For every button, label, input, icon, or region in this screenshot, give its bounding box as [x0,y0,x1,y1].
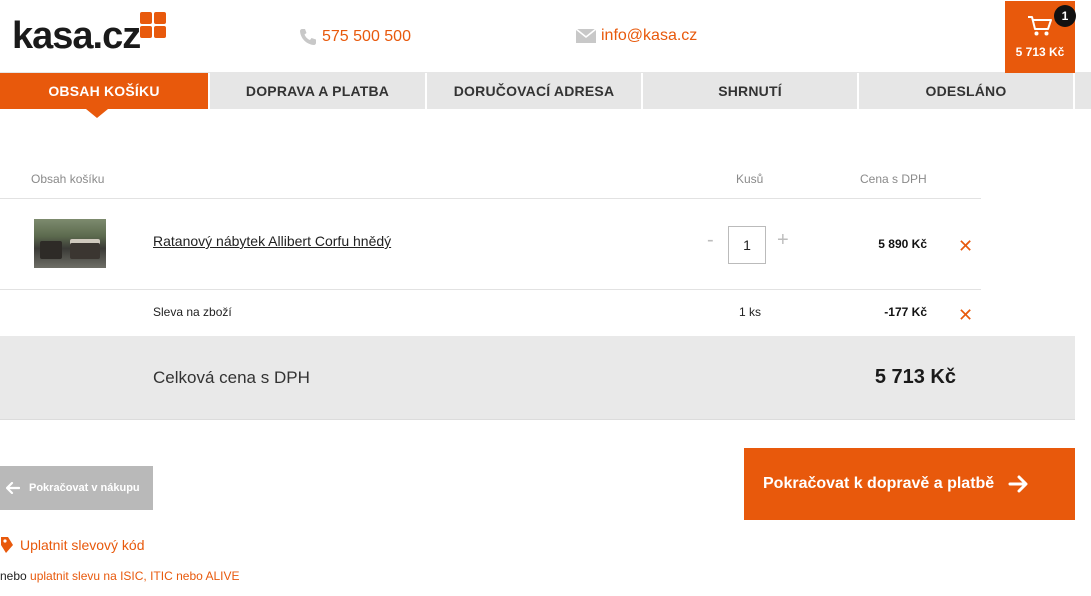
arrow-left-icon [6,482,20,494]
column-header-content: Obsah košíku [31,172,105,186]
total-label: Celková cena s DPH [153,368,310,387]
discount-qty: 1 ks [739,305,762,319]
step-summary[interactable]: SHRNUTÍ [643,73,859,109]
product-thumbnail[interactable] [34,219,106,268]
logo-text: kasa.cz [12,15,141,57]
email-address: info@kasa.cz [601,27,698,44]
remove-discount-icon[interactable]: ✕ [958,306,973,324]
arrow-right-icon [1008,475,1028,493]
proceed-label: Pokračovat k dopravě a platbě [763,475,995,492]
proceed-to-shipping-button[interactable]: Pokračovat k dopravě a platbě [744,448,1075,520]
qty-decrease-button[interactable]: - [707,229,714,252]
envelope-icon [575,28,597,44]
isic-discount-link[interactable]: uplatnit slevu na ISIC, ITIC nebo ALIVE [30,569,239,583]
divider [0,198,981,199]
apply-coupon-label: Uplatnit slevový kód [20,537,145,553]
item-price: 5 890 Kč [878,237,927,251]
tag-icon [0,536,14,554]
total-row: Celková cena s DPH 5 713 Kč [0,336,1075,420]
isic-discount-note: nebo uplatnit slevu na ISIC, ITIC nebo A… [0,569,239,583]
step-cart-contents[interactable]: OBSAH KOŠÍKU [0,73,210,118]
email-contact[interactable]: info@kasa.cz [575,27,697,45]
discount-price: -177 Kč [884,305,927,319]
divider [0,289,981,290]
phone-number: 575 500 500 [322,28,411,45]
phone-icon [298,27,318,47]
continue-shopping-label: Pokračovat v nákupu [29,482,140,494]
site-header: kasa.cz 575 500 500 info@kasa.cz 1 5 713… [0,0,1091,73]
kasa-logo[interactable]: kasa.cz [12,12,168,58]
discount-label: Sleva na zboží [153,305,232,319]
total-value: 5 713 Kč [874,366,956,388]
cart-count-badge: 1 [1054,5,1076,27]
isic-prefix: nebo [0,569,31,583]
phone-contact[interactable]: 575 500 500 [298,27,411,47]
step-sent[interactable]: ODESLÁNO [859,73,1075,109]
checkout-steps: OBSAH KOŠÍKU DOPRAVA A PLATBA DORUČOVACÍ… [0,73,1091,118]
cart-total: 5 713 Kč [1015,45,1065,59]
step-shipping-payment[interactable]: DOPRAVA A PLATBA [210,73,427,109]
step-delivery-address[interactable]: DORUČOVACÍ ADRESA [427,73,643,109]
continue-shopping-button[interactable]: Pokračovat v nákupu [0,466,153,510]
quantity-input[interactable]: 1 [728,226,766,264]
apply-coupon-link[interactable]: Uplatnit slevový kód [0,536,145,554]
qty-increase-button[interactable]: + [777,229,789,252]
logo-mark-icon [140,12,168,40]
product-name-link[interactable]: Ratanový nábytek Allibert Corfu hnědý [153,233,391,249]
column-header-qty: Kusů [736,172,764,186]
cart-button[interactable]: 1 5 713 Kč [1005,1,1076,73]
column-header-price: Cena s DPH [860,172,927,186]
remove-item-icon[interactable]: ✕ [958,237,973,255]
cart-icon [1027,15,1053,42]
